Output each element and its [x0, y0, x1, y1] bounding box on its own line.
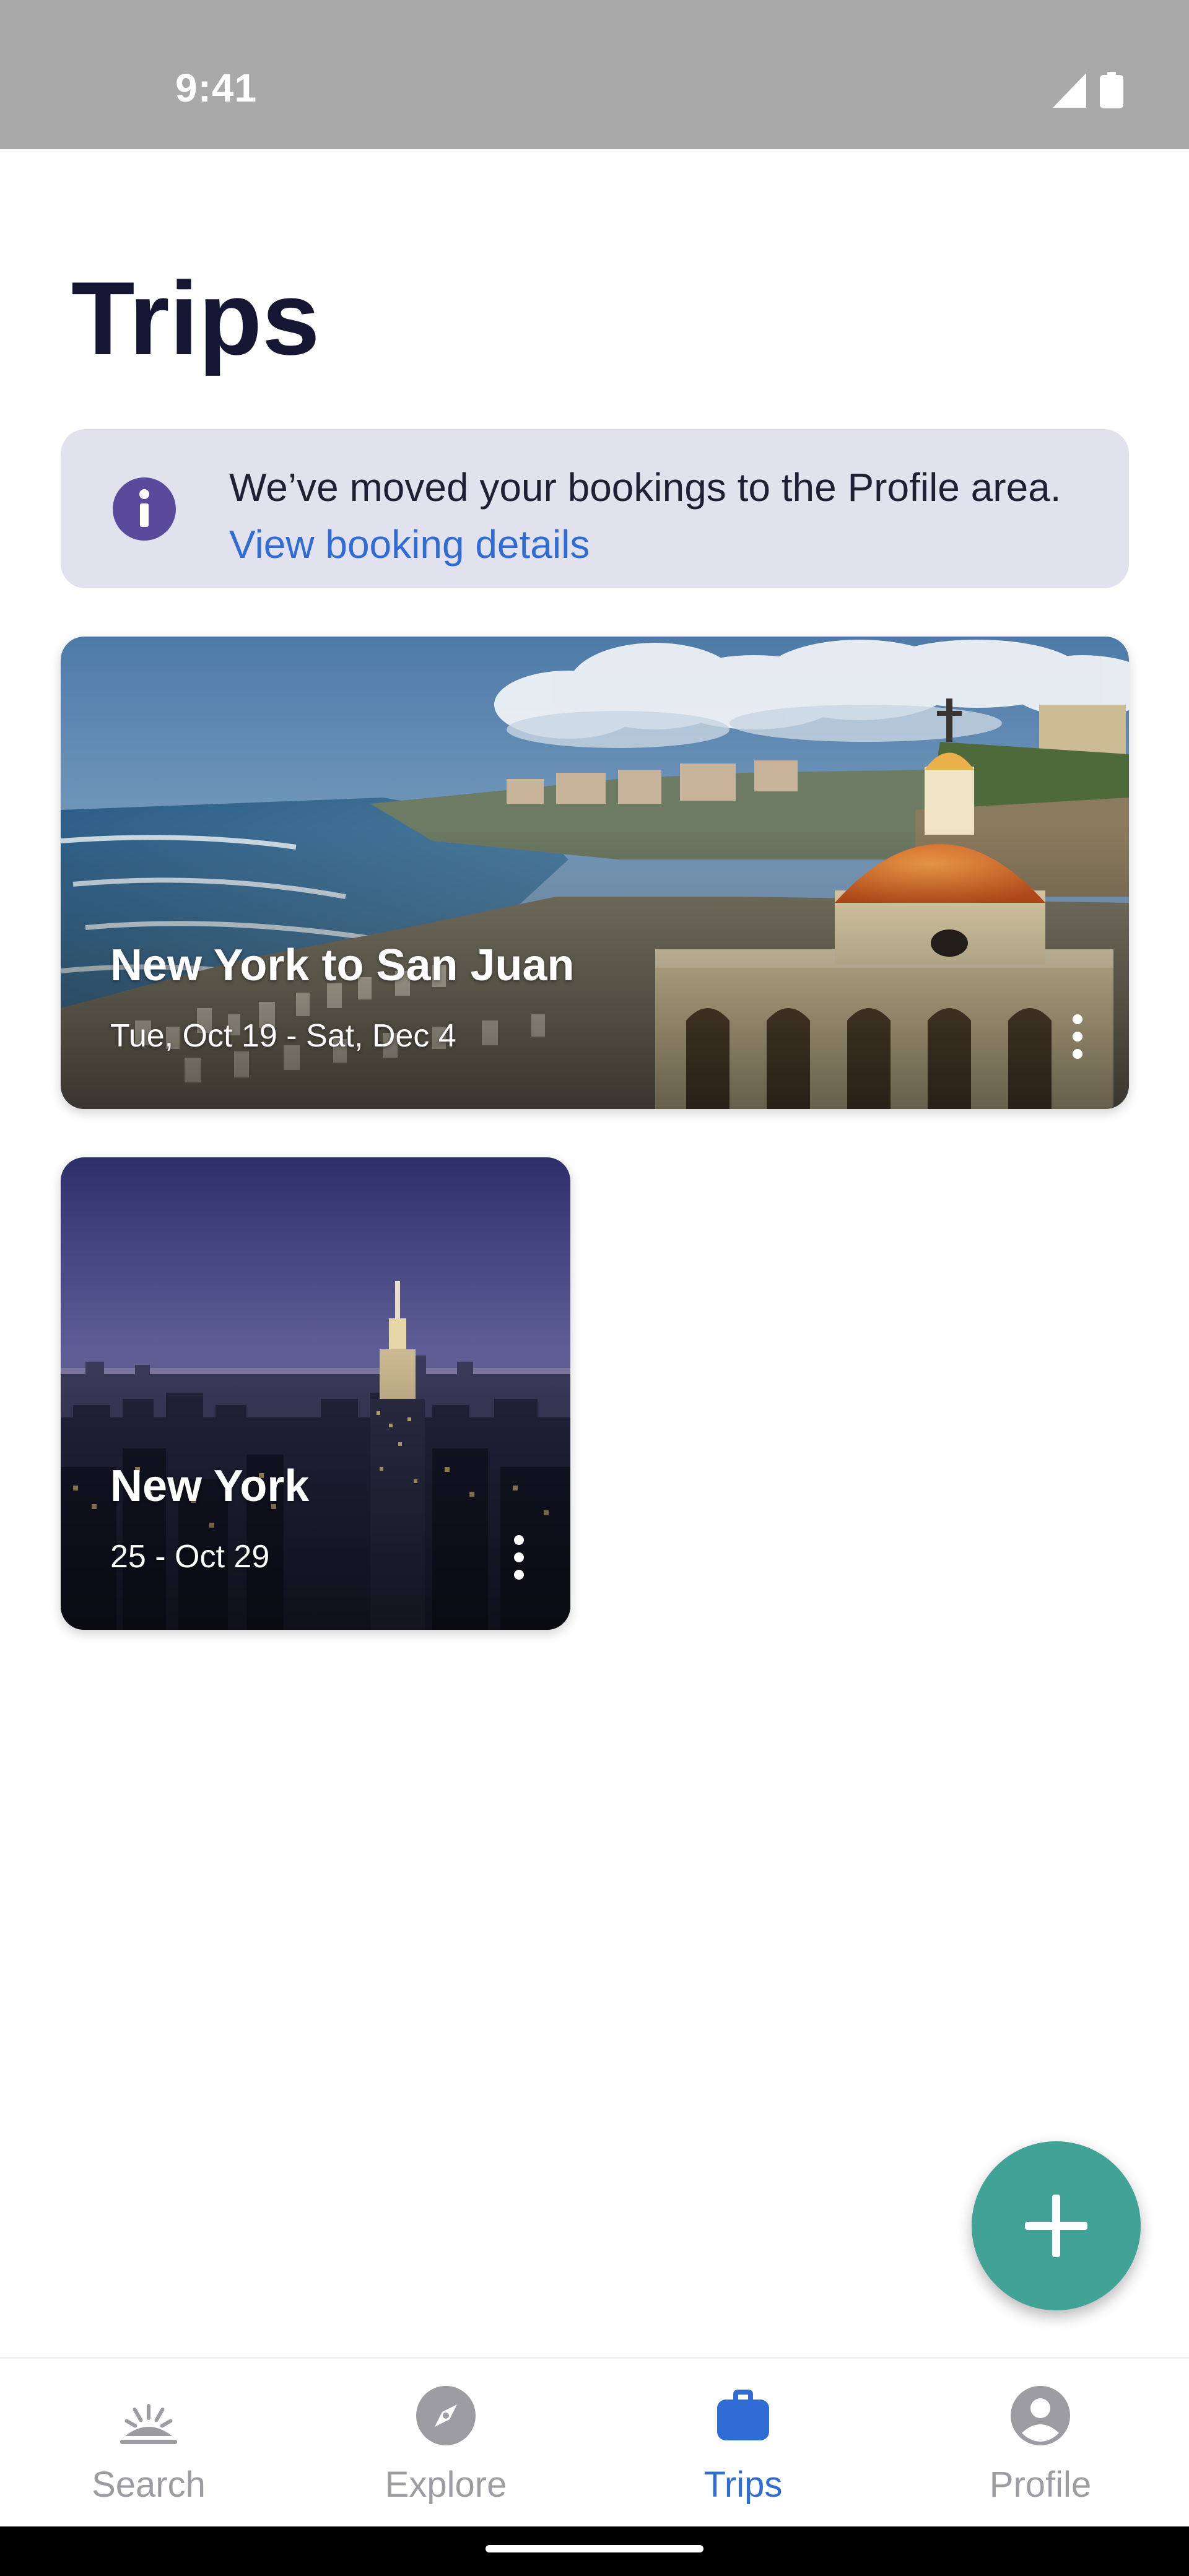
more-options-button[interactable]	[500, 1526, 538, 1588]
plus-icon	[1025, 2195, 1087, 2257]
battery-icon	[1100, 72, 1123, 108]
trip-title: New York	[110, 1461, 310, 1511]
compass-icon	[416, 2386, 476, 2445]
nav-label-explore: Explore	[385, 2465, 507, 2505]
info-banner: We’ve moved your bookings to the Profile…	[61, 429, 1129, 588]
more-vert-icon	[514, 1535, 524, 1545]
home-gesture-handle[interactable]	[486, 2545, 703, 2552]
trip-card-new-york[interactable]: New York 25 - Oct 29	[61, 1157, 570, 1630]
view-booking-details-link[interactable]: View booking details	[229, 522, 590, 567]
info-banner-message: We’ve moved your bookings to the Profile…	[229, 465, 1061, 510]
nav-item-explore[interactable]: Explore	[297, 2359, 594, 2528]
page-title: Trips	[71, 260, 320, 376]
info-banner-text: We’ve moved your bookings to the Profile…	[229, 459, 1084, 573]
nav-label-profile: Profile	[989, 2465, 1092, 2505]
trip-title: New York to San Juan	[110, 941, 575, 990]
info-icon	[113, 477, 176, 541]
status-time: 9:41	[175, 66, 258, 110]
nav-label-trips: Trips	[703, 2465, 783, 2505]
more-vert-icon	[1073, 1014, 1082, 1024]
nav-label-search: Search	[92, 2465, 206, 2505]
trip-dates: 25 - Oct 29	[110, 1539, 270, 1575]
nav-item-trips[interactable]: Trips	[594, 2359, 892, 2528]
sunrise-icon	[120, 2404, 177, 2444]
briefcase-icon	[717, 2390, 769, 2440]
more-options-button[interactable]	[1059, 1006, 1096, 1068]
trip-dates: Tue, Oct 19 - Sat, Dec 4	[110, 1018, 456, 1054]
cellular-signal-icon	[1053, 73, 1086, 108]
status-icons	[1047, 68, 1133, 111]
add-trip-button[interactable]	[972, 2141, 1141, 2310]
status-bar: 9:41	[0, 0, 1189, 149]
trip-card-san-juan[interactable]: New York to San Juan Tue, Oct 19 - Sat, …	[61, 637, 1129, 1109]
bottom-navigation: Search Explore Trips Profile	[0, 2357, 1189, 2526]
account-icon	[1011, 2386, 1070, 2445]
nav-item-profile[interactable]: Profile	[892, 2359, 1189, 2528]
nav-item-search[interactable]: Search	[0, 2359, 297, 2528]
